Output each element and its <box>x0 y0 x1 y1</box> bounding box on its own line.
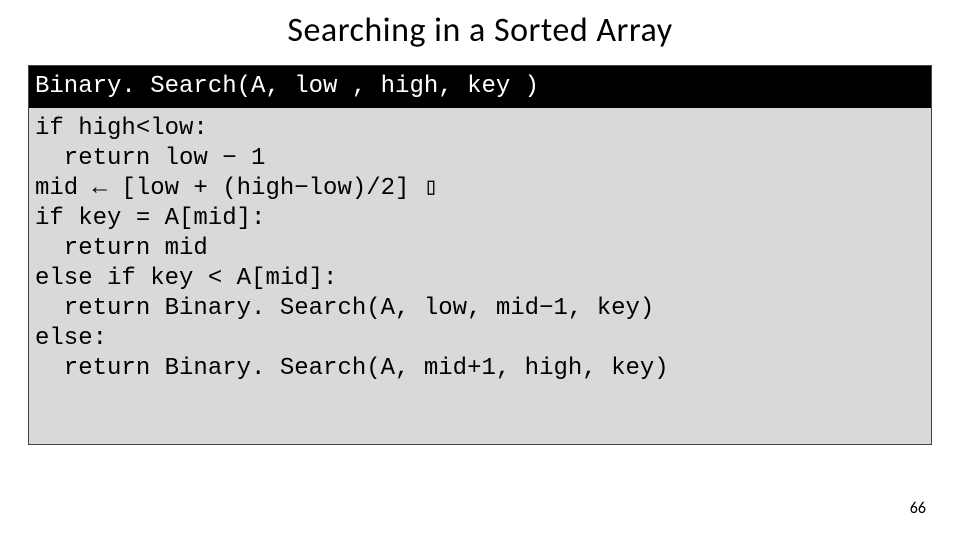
code-body: if high<low: return low − 1 mid ← [low +… <box>29 108 931 444</box>
slide-title: Searching in a Sorted Array <box>0 0 960 65</box>
slide: Searching in a Sorted Array Binary. Sear… <box>0 0 960 540</box>
page-number: 66 <box>910 499 926 518</box>
code-block: Binary. Search(A, low , high, key ) if h… <box>28 65 932 445</box>
code-header: Binary. Search(A, low , high, key ) <box>29 66 931 108</box>
